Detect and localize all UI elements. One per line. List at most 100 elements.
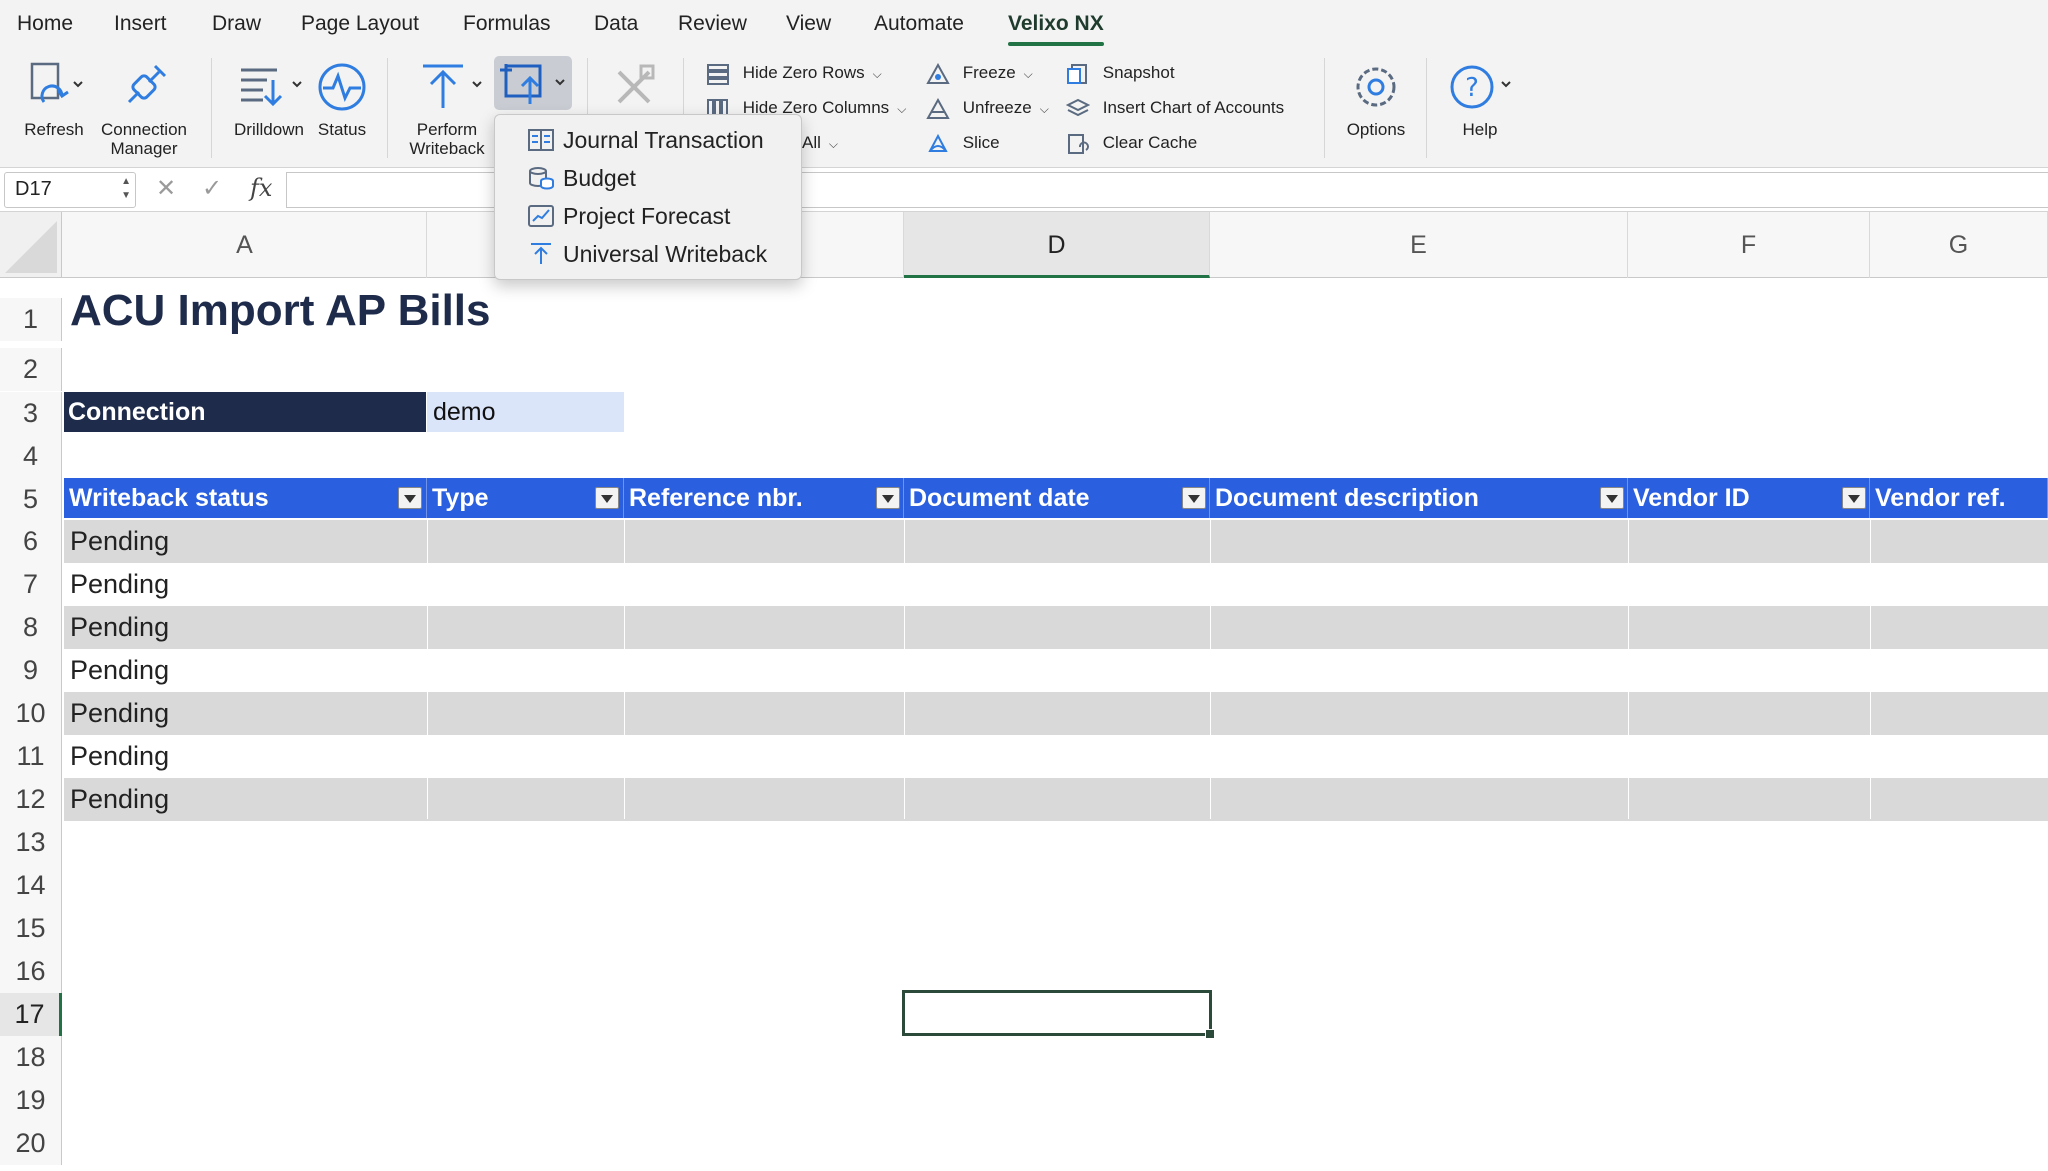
row-header[interactable]: 20 [0,1122,62,1165]
freeze-label: Freeze [962,63,1016,82]
tab-view[interactable]: View [786,12,831,36]
column-header-a[interactable]: A [63,212,427,278]
menu-item-journal-transaction[interactable]: Journal Transaction [495,121,801,159]
column-header-g[interactable]: G [1870,212,2048,278]
menu-item-universal-writeback[interactable]: Universal Writeback [495,235,801,273]
help-button[interactable]: ? Help [1440,58,1520,139]
clear-cache-label: Clear Cache [1102,133,1198,152]
hide-zero-rows-button[interactable]: Hide Zero Rows ⌵ [706,60,882,86]
table-header-document-description[interactable]: Document description [1210,478,1628,518]
drilldown-button[interactable]: Drilldown [226,58,312,139]
filter-dropdown-icon[interactable] [1182,487,1206,509]
select-all-corner[interactable] [0,212,62,278]
unfreeze-button[interactable]: Unfreeze ⌵ [926,95,1049,121]
writeback-status-cell[interactable]: Pending [64,735,427,778]
row-header[interactable]: 13 [0,821,62,864]
tab-page-layout[interactable]: Page Layout [301,12,419,36]
filter-dropdown-icon[interactable] [398,487,422,509]
row-header[interactable]: 18 [0,1036,62,1079]
row-header[interactable]: 16 [0,950,62,993]
tab-data[interactable]: Data [594,12,638,36]
perform-writeback-button[interactable]: Perform Writeback [400,58,494,158]
writeback-status-cell[interactable]: Pending [64,563,427,606]
tab-automate[interactable]: Automate [874,12,964,36]
refresh-icon [30,62,83,103]
tools-icon [617,64,655,104]
name-box-spinner[interactable]: ▲ ▼ [121,175,131,203]
writeback-dropdown-button[interactable] [494,56,572,110]
tab-review[interactable]: Review [678,12,747,36]
hide-zero-rows-label: Hide Zero Rows [742,63,865,82]
status-label: Status [317,120,367,139]
status-button[interactable]: Status [310,58,374,139]
writeback-status-cell[interactable]: Pending [64,606,427,649]
connection-manager-button[interactable]: Connection Manager [96,58,192,158]
row-header[interactable]: 2 [0,348,62,391]
row-header[interactable]: 17 [0,993,62,1036]
writeback-status-cell[interactable]: Pending [64,520,427,563]
row-header[interactable]: 3 [0,392,62,435]
all-button[interactable]: All ⌵ [802,130,838,156]
table-header-document-date[interactable]: Document date [904,478,1210,518]
table-header-type[interactable]: Type [427,478,624,518]
filter-dropdown-icon[interactable] [876,487,900,509]
row-header[interactable]: 10 [0,692,62,735]
filter-dropdown-icon[interactable] [595,487,619,509]
row-header[interactable]: 12 [0,778,62,821]
table-header-label: Type [432,484,489,512]
tab-velixo-nx[interactable]: Velixo NX [1008,12,1104,46]
row-header[interactable]: 7 [0,563,62,606]
unfreeze-icon [926,97,950,119]
filter-dropdown-icon[interactable] [1842,487,1866,509]
column-header-f[interactable]: F [1628,212,1870,278]
table-header-label: Vendor ref. [1875,484,2006,512]
column-divider [1870,518,1871,819]
snapshot-button[interactable]: Snapshot [1066,60,1175,86]
tab-insert[interactable]: Insert [114,12,167,36]
column-header-e[interactable]: E [1210,212,1628,278]
tab-draw[interactable]: Draw [212,12,261,36]
row-header[interactable]: 19 [0,1079,62,1122]
table-header-vendor-id[interactable]: Vendor ID [1628,478,1870,518]
writeback-status-cell[interactable]: Pending [64,692,427,735]
table-header-label: Document date [909,484,1090,512]
name-box[interactable]: D17 ▲ ▼ [4,172,136,208]
row-header[interactable]: 6 [0,520,62,563]
tab-formulas[interactable]: Formulas [463,12,551,36]
menu-item-project-forecast[interactable]: Project Forecast [495,197,801,235]
row-header[interactable]: 9 [0,649,62,692]
connection-label-cell[interactable]: Connection [64,392,426,432]
clear-cache-button[interactable]: Clear Cache [1066,130,1197,156]
all-label: All [802,133,821,152]
row-header[interactable]: 4 [0,435,62,478]
connection-value-cell[interactable]: demo [427,392,624,432]
tab-home[interactable]: Home [17,12,73,36]
chevron-down-icon: ⌵ [897,101,907,116]
row-header[interactable]: 15 [0,907,62,950]
row-header[interactable]: 5 [0,478,62,521]
cancel-icon[interactable]: ✕ [156,174,176,203]
selected-cell-d17[interactable] [902,990,1215,1039]
writeback-status-cell[interactable]: Pending [64,778,427,821]
table-header-writeback-status[interactable]: Writeback status [64,478,427,518]
row-header[interactable]: 1 [0,298,62,341]
row-header[interactable]: 14 [0,864,62,907]
column-header-d[interactable]: D [904,212,1210,278]
filter-dropdown-icon[interactable] [1600,487,1624,509]
refresh-button[interactable]: Refresh [14,58,94,139]
fx-icon[interactable]: fx [250,174,272,202]
freeze-button[interactable]: Freeze ⌵ [926,60,1033,86]
disabled-tools-button[interactable] [602,58,666,120]
menu-item-budget[interactable]: Budget [495,159,801,197]
confirm-icon[interactable]: ✓ [202,174,222,203]
row-header[interactable]: 8 [0,606,62,649]
row-header[interactable]: 11 [0,735,62,778]
name-box-value: D17 [15,178,52,200]
insert-chart-of-accounts-button[interactable]: Insert Chart of Accounts [1065,95,1284,121]
sheet-title[interactable]: ACU Import AP Bills [70,286,491,336]
writeback-status-cell[interactable]: Pending [64,649,427,692]
slice-button[interactable]: Slice [926,130,1000,156]
table-header-reference-nbr[interactable]: Reference nbr. [624,478,904,518]
table-header-vendor-ref[interactable]: Vendor ref. [1870,478,2048,518]
options-button[interactable]: Options [1336,58,1416,139]
